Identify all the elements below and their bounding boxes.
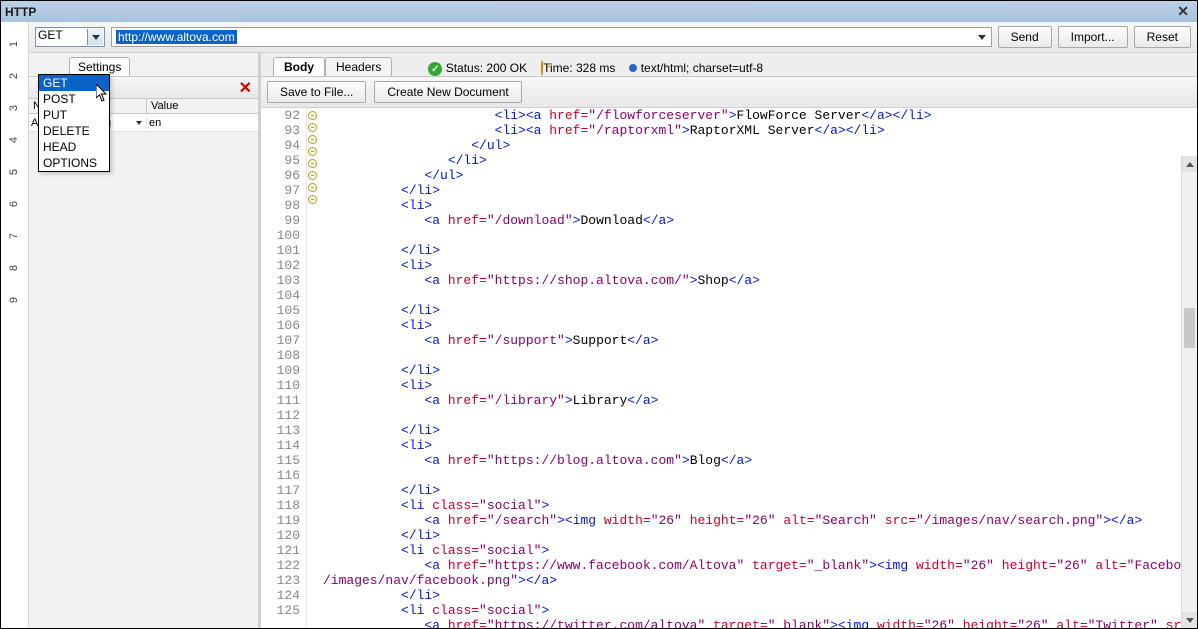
chevron-down-icon[interactable] — [87, 29, 103, 45]
vtab-5[interactable]: 5 — [9, 169, 21, 175]
dot-icon — [629, 64, 637, 72]
send-button[interactable]: Send — [998, 26, 1052, 48]
response-tabs: Body Headers ✓ Status: 200 OK Time: 328 … — [261, 53, 1197, 77]
method-option-get[interactable]: GET — [39, 75, 109, 91]
content-type-badge: text/html; charset=utf-8 — [629, 61, 763, 75]
code-content[interactable]: <li><a href="/flowforceserver">FlowForce… — [319, 108, 1197, 628]
import-button[interactable]: Import... — [1058, 26, 1128, 48]
window-titlebar: HTTP ✕ — [1, 1, 1197, 23]
http-method-value: GET — [38, 28, 63, 42]
url-dropdown-icon[interactable] — [975, 30, 989, 44]
method-option-head[interactable]: HEAD — [39, 139, 109, 155]
time-badge: Time: 328 ms — [541, 61, 615, 75]
fold-gutter — [307, 108, 319, 628]
close-icon[interactable]: ✕ — [1173, 3, 1193, 20]
request-toolbar: GET http://www.altova.com Send Import...… — [29, 22, 1197, 53]
vtab-2[interactable]: 2 — [9, 73, 21, 79]
delete-icon[interactable]: ✕ — [239, 78, 252, 98]
scrollbar-thumb[interactable] — [1184, 308, 1195, 348]
http-method-select[interactable]: GET — [35, 27, 105, 47]
method-option-options[interactable]: OPTIONS — [39, 155, 109, 171]
vtab-1[interactable]: 1 — [9, 41, 21, 47]
vertical-scrollbar[interactable] — [1181, 156, 1197, 628]
chevron-down-icon[interactable] — [136, 121, 142, 125]
reset-button[interactable]: Reset — [1134, 26, 1191, 48]
vtab-8[interactable]: 8 — [9, 265, 21, 271]
check-icon: ✓ — [428, 62, 442, 76]
tab-body[interactable]: Body — [273, 57, 325, 76]
method-option-delete[interactable]: DELETE — [39, 123, 109, 139]
url-text: http://www.altova.com — [116, 30, 237, 44]
header-value-cell[interactable]: en — [147, 117, 258, 129]
code-editor[interactable]: 9293949596979899100101102103104105106107… — [261, 108, 1197, 628]
vtab-3[interactable]: 3 — [9, 105, 21, 111]
vtab-9[interactable]: 9 — [9, 297, 21, 303]
status-badge: ✓ Status: 200 OK — [428, 61, 527, 77]
scroll-up-icon[interactable] — [1182, 156, 1197, 172]
tab-headers[interactable]: Headers — [325, 57, 392, 76]
http-method-dropdown: GET POST PUT DELETE HEAD OPTIONS — [38, 74, 110, 172]
line-number-gutter: 9293949596979899100101102103104105106107… — [261, 108, 307, 628]
vertical-tabstrip: 1 2 3 4 5 6 7 8 9 — [1, 22, 29, 628]
create-new-document-button[interactable]: Create New Document — [374, 81, 521, 103]
save-to-file-button[interactable]: Save to File... — [267, 81, 366, 103]
method-option-post[interactable]: POST — [39, 91, 109, 107]
vtab-4[interactable]: 4 — [9, 137, 21, 143]
col-header-value: Value — [147, 99, 258, 113]
response-panel: Body Headers ✓ Status: 200 OK Time: 328 … — [261, 53, 1197, 628]
method-option-put[interactable]: PUT — [39, 107, 109, 123]
vtab-7[interactable]: 7 — [9, 233, 21, 239]
vtab-6[interactable]: 6 — [9, 201, 21, 207]
scroll-down-icon[interactable] — [1182, 612, 1197, 628]
window-title: HTTP — [5, 5, 36, 19]
url-input[interactable]: http://www.altova.com — [111, 27, 992, 47]
